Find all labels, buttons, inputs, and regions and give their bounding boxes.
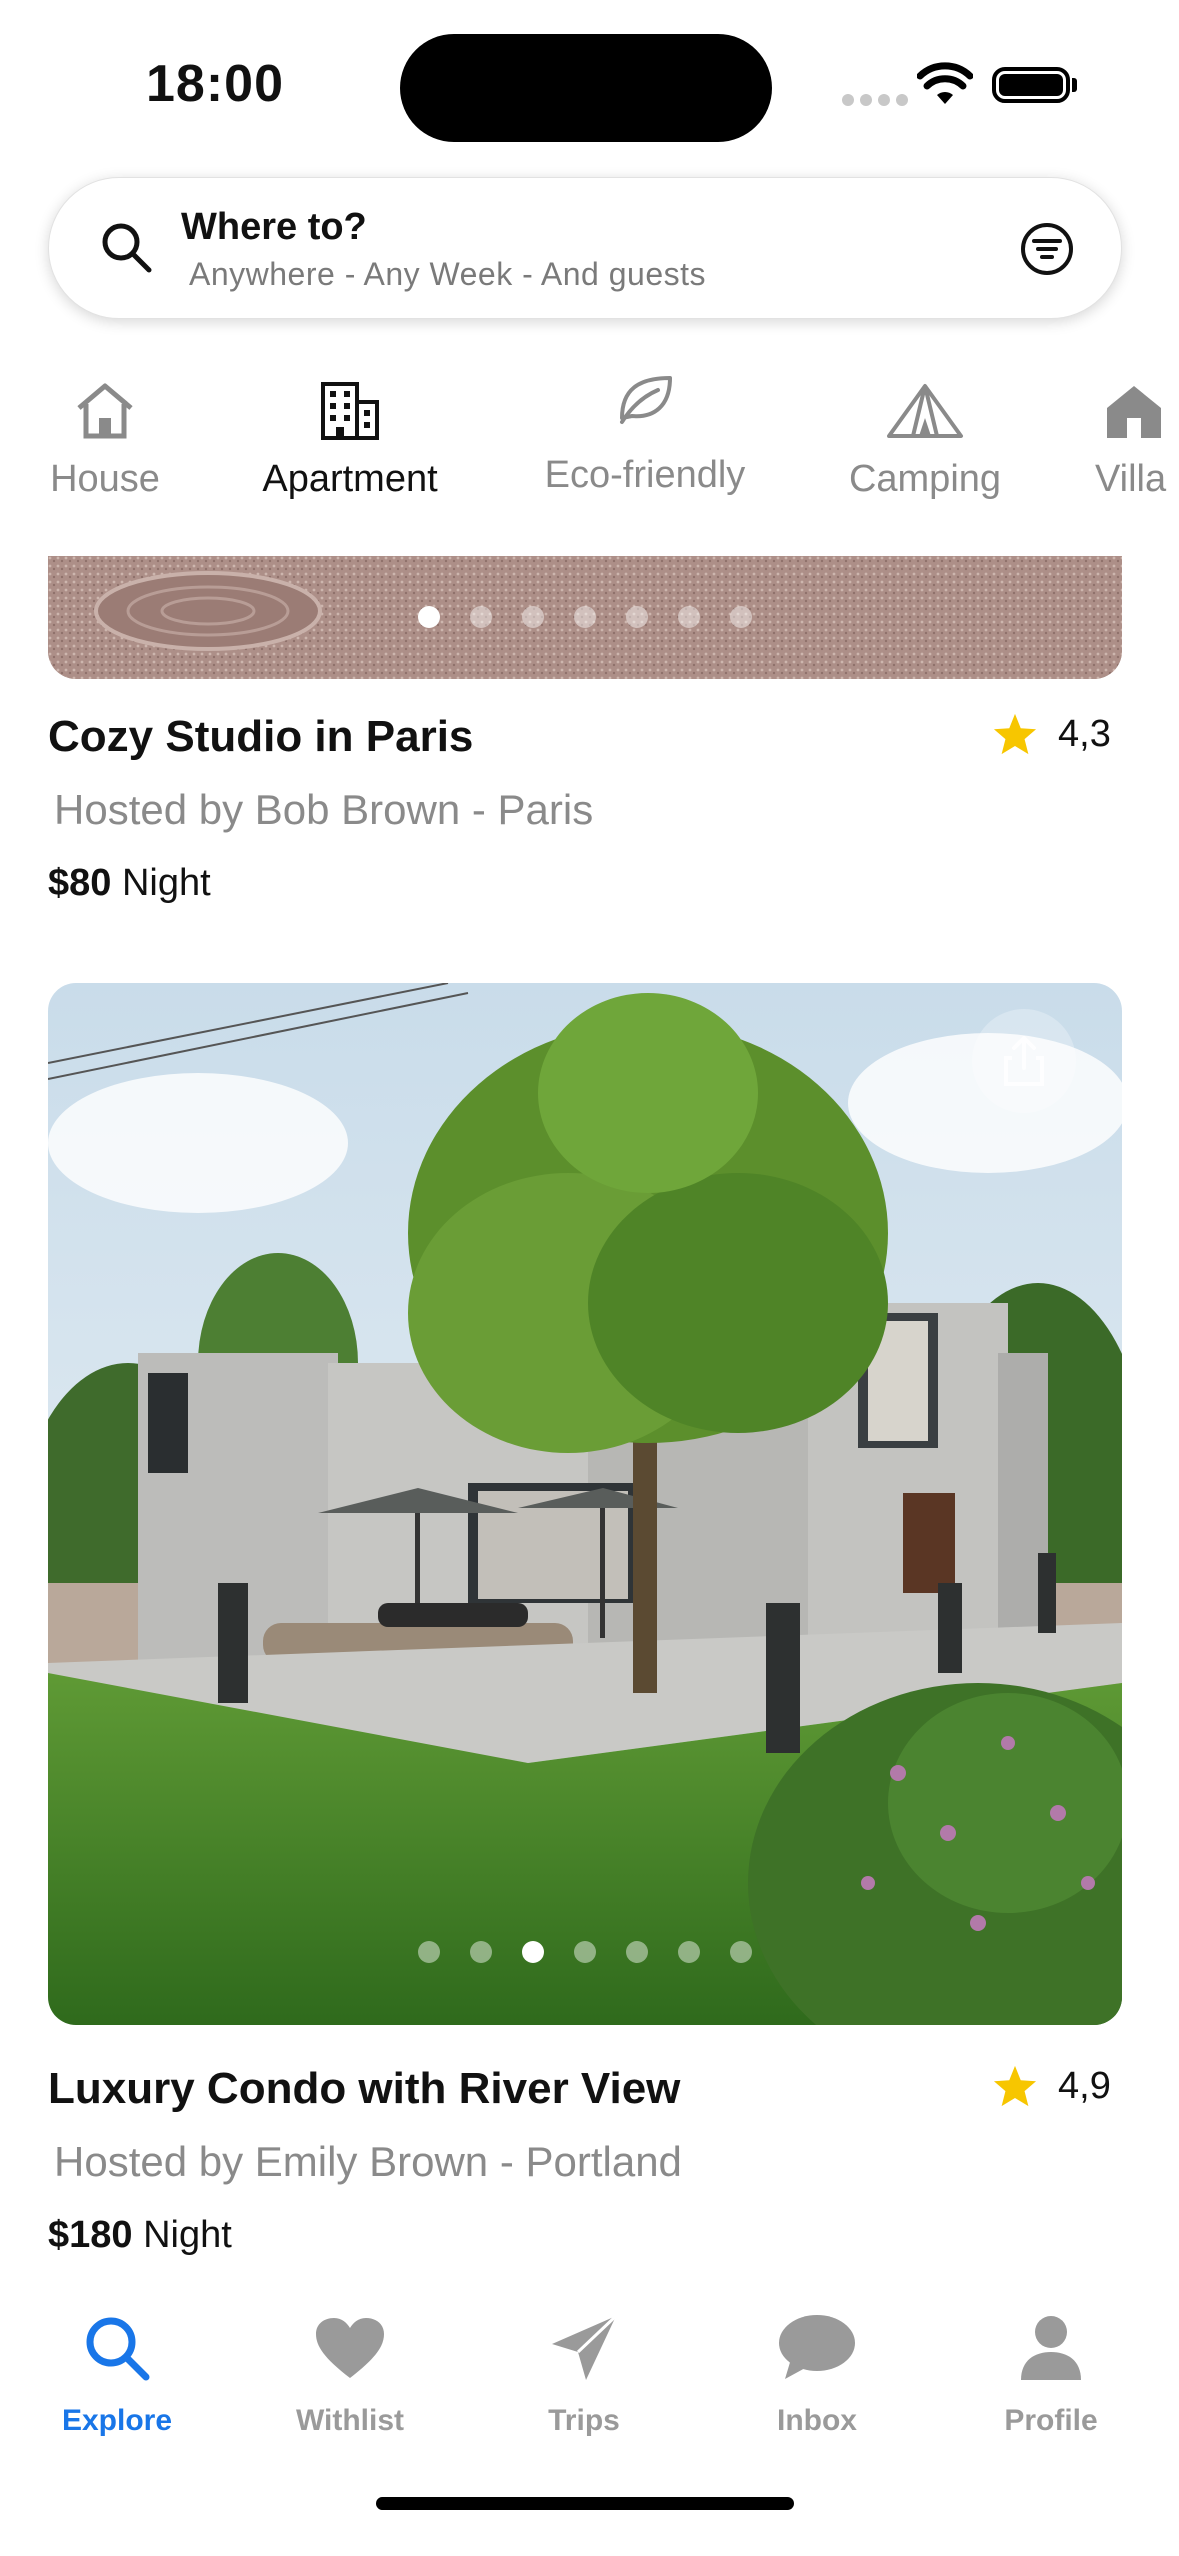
- villa-icon: [1095, 370, 1179, 440]
- listing-title[interactable]: Luxury Condo with River View: [48, 2064, 680, 2114]
- wifi-icon: [916, 62, 974, 111]
- category-camping[interactable]: Camping: [840, 370, 1010, 501]
- paper-plane-icon: [484, 2308, 684, 2388]
- pager-dot: [418, 1941, 440, 1963]
- star-icon: [993, 2065, 1037, 2107]
- tab-label: Withlist: [295, 2404, 405, 2437]
- status-time: 18:00: [146, 55, 284, 113]
- category-label: Camping: [848, 458, 1002, 500]
- pager-dot: [522, 606, 544, 628]
- photo-pager: [418, 606, 752, 628]
- home-indicator: [376, 2497, 794, 2510]
- listing-host: Hosted by Emily Brown - Portland: [54, 2138, 682, 2185]
- pager-dot: [678, 606, 700, 628]
- leaf-icon: [530, 370, 760, 440]
- price-unit: Night: [143, 2214, 232, 2256]
- category-label: Eco-friendly: [544, 454, 746, 496]
- category-label: House: [50, 458, 160, 500]
- category-label: Villa: [1095, 458, 1167, 500]
- search-subtitle: Anywhere - Any Week - And guests: [189, 256, 706, 292]
- pager-dot: [574, 606, 596, 628]
- price-amount: $80: [48, 862, 112, 904]
- person-icon: [951, 2308, 1151, 2388]
- category-house[interactable]: House: [30, 370, 180, 501]
- tab-explore[interactable]: Explore: [17, 2308, 217, 2438]
- tab-withlist[interactable]: Withlist: [250, 2308, 450, 2438]
- dynamic-island: [400, 34, 772, 142]
- category-label: Apartment: [262, 458, 438, 500]
- listing-photo[interactable]: [48, 556, 1122, 679]
- pager-dot: [418, 606, 440, 628]
- tab-label: Explore: [61, 2404, 173, 2437]
- category-apartment[interactable]: Apartment: [240, 370, 460, 501]
- rating-value: 4,3: [1058, 712, 1111, 755]
- pager-dot: [470, 1941, 492, 1963]
- pager-dot: [574, 1941, 596, 1963]
- category-villa[interactable]: Villa: [1095, 370, 1179, 501]
- search-title: Where to?: [181, 206, 367, 248]
- building-icon: [240, 370, 460, 440]
- tab-trips[interactable]: Trips: [484, 2308, 684, 2438]
- house-icon: [30, 370, 180, 440]
- share-button[interactable]: [972, 1009, 1076, 1113]
- chat-bubble-icon: [717, 2308, 917, 2388]
- tab-inbox[interactable]: Inbox: [717, 2308, 917, 2438]
- cellular-signal-icon: [842, 94, 908, 106]
- heart-icon: [250, 2308, 450, 2388]
- battery-nub: [1072, 78, 1077, 92]
- pager-dot: [522, 1941, 544, 1963]
- pager-dot: [626, 606, 648, 628]
- pager-dot: [470, 606, 492, 628]
- battery-icon: [992, 67, 1070, 103]
- tent-icon: [840, 370, 1010, 440]
- listing-rating: 4,9: [992, 2064, 1111, 2108]
- listing-price: $180 Night: [48, 2214, 232, 2257]
- tab-label: Profile: [1004, 2404, 1098, 2437]
- listing-photo[interactable]: [48, 983, 1122, 2025]
- listing-host: Hosted by Bob Brown - Paris: [54, 786, 594, 833]
- pager-dot: [678, 1941, 700, 1963]
- listing-price: $80 Night: [48, 862, 211, 905]
- pager-dot: [626, 1941, 648, 1963]
- filter-icon[interactable]: [1018, 220, 1076, 283]
- rating-value: 4,9: [1058, 2064, 1111, 2107]
- pager-dot: [730, 1941, 752, 1963]
- pager-dot: [730, 606, 752, 628]
- search-icon: [99, 220, 155, 281]
- share-icon: [1004, 1036, 1044, 1086]
- search-icon: [17, 2308, 217, 2388]
- photo-pager: [418, 1941, 752, 1963]
- price-unit: Night: [121, 862, 211, 904]
- listing-title[interactable]: Cozy Studio in Paris: [48, 712, 473, 762]
- price-amount: $180: [48, 2214, 133, 2256]
- search-bar[interactable]: Where to? Anywhere - Any Week - And gues…: [48, 177, 1122, 319]
- tab-label: Trips: [548, 2404, 620, 2437]
- category-eco-friendly[interactable]: Eco-friendly: [530, 370, 760, 497]
- tab-profile[interactable]: Profile: [951, 2308, 1151, 2438]
- star-icon: [993, 713, 1037, 755]
- tab-label: Inbox: [777, 2404, 857, 2437]
- listing-rating: 4,3: [992, 712, 1111, 756]
